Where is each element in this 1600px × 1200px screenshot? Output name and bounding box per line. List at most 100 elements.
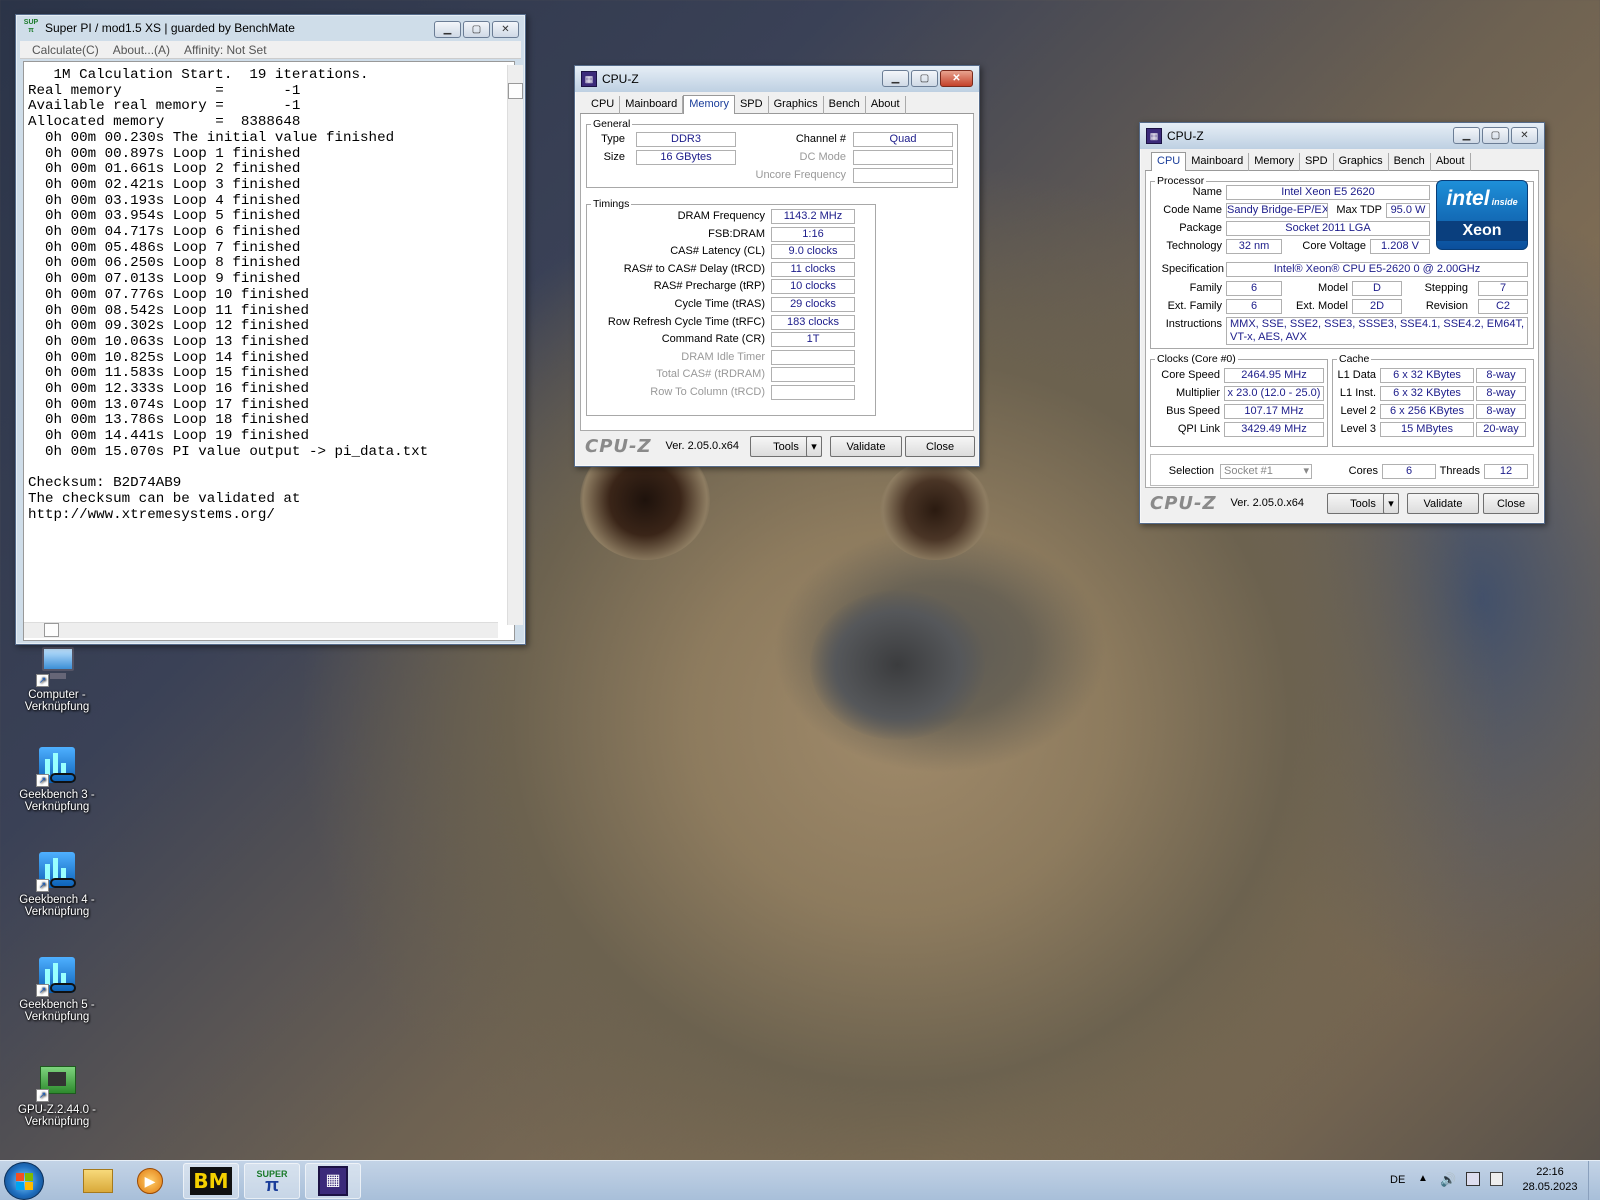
tab-mainboard[interactable]: Mainboard bbox=[1186, 153, 1250, 171]
validate-button[interactable]: Validate bbox=[830, 436, 902, 457]
intel-xeon-logo: intel inside Xeon bbox=[1436, 180, 1528, 250]
desktop-shortcut-label: GPU-Z.2.44.0 - Verknüpfung bbox=[18, 1104, 96, 1128]
family-label: Family bbox=[1189, 282, 1222, 294]
cpuz-app-icon: ▦ bbox=[1146, 128, 1162, 144]
geekbench-icon: ↗ bbox=[36, 955, 78, 997]
timing-label: Command Rate (CR) bbox=[661, 333, 765, 346]
menu-about[interactable]: About...(A) bbox=[113, 43, 170, 57]
minimize-button[interactable]: ▁ bbox=[882, 70, 909, 87]
tab-about[interactable]: About bbox=[1431, 153, 1471, 171]
timing-label: DRAM Frequency bbox=[677, 210, 765, 222]
model-value: D bbox=[1352, 281, 1402, 296]
cpuz-titlebar[interactable]: ▦ CPU-Z ▁ ▢ ✕ bbox=[1140, 123, 1544, 149]
level3-value: 15 MBytes bbox=[1380, 422, 1474, 437]
tab-about[interactable]: About bbox=[866, 96, 906, 114]
taskbar-explorer[interactable] bbox=[70, 1163, 126, 1199]
tools-dropdown-arrow[interactable]: ▾ bbox=[806, 436, 822, 457]
maximize-button[interactable]: ▢ bbox=[1482, 127, 1509, 144]
tab-spd[interactable]: SPD bbox=[1300, 153, 1334, 171]
tdp-label: Max TDP bbox=[1336, 204, 1382, 216]
cpuz-icon: ▦ bbox=[318, 1166, 348, 1196]
model-label: Model bbox=[1318, 282, 1348, 294]
tab-memory[interactable]: Memory bbox=[1249, 153, 1300, 171]
timing-value: 183 clocks bbox=[771, 314, 855, 330]
tools-dropdown-arrow[interactable]: ▾ bbox=[1383, 493, 1399, 514]
superpi-output-console[interactable]: 1M Calculation Start. 19 iterations. Rea… bbox=[23, 61, 515, 641]
cpuz-title: CPU-Z bbox=[602, 72, 639, 86]
close-button[interactable]: ✕ bbox=[492, 21, 519, 38]
intel-inside-text: inside bbox=[1491, 197, 1518, 207]
desktop-shortcut[interactable]: ↗ Geekbench 5 - Verknüpfung bbox=[17, 955, 97, 1023]
desktop-shortcut[interactable]: ↗ GPU-Z.2.44.0 - Verknüpfung bbox=[17, 1060, 97, 1128]
maximize-button[interactable]: ▢ bbox=[463, 21, 490, 38]
taskbar-media-player[interactable]: ▶ bbox=[122, 1163, 178, 1199]
maximize-button[interactable]: ▢ bbox=[911, 70, 938, 87]
close-button[interactable]: ✕ bbox=[1511, 127, 1538, 144]
tab-bench[interactable]: Bench bbox=[824, 96, 866, 114]
timing-value: 1:16 bbox=[771, 226, 855, 242]
start-button[interactable] bbox=[4, 1162, 44, 1200]
taskbar-benchmate[interactable]: BM bbox=[183, 1163, 239, 1199]
tab-mainboard[interactable]: Mainboard bbox=[620, 96, 684, 114]
clock[interactable]: 22:16 28.05.2023 bbox=[1515, 1165, 1585, 1195]
minimize-button[interactable]: ▁ bbox=[434, 21, 461, 38]
voltage-label: Core Voltage bbox=[1302, 240, 1366, 252]
benchmate-icon: BM bbox=[190, 1167, 232, 1195]
show-desktop-button[interactable] bbox=[1588, 1161, 1600, 1200]
cpuz-memory-window[interactable]: ▦ CPU-Z ▁ ▢ ✕ CPU Mainboard Memory SPD G… bbox=[574, 65, 980, 467]
desktop-shortcut[interactable]: ↗ Geekbench 3 - Verknüpfung bbox=[17, 745, 97, 813]
taskbar-superpi[interactable]: SUPER π bbox=[244, 1163, 300, 1199]
volume-icon[interactable]: 🔊 bbox=[1440, 1172, 1456, 1188]
superpi-titlebar[interactable]: SUP π Super PI / mod1.5 XS | guarded by B… bbox=[16, 15, 525, 41]
selection-dropdown[interactable]: Socket #1 ▾ bbox=[1220, 464, 1312, 479]
validate-button-label: Validate bbox=[846, 440, 886, 453]
horizontal-scrollbar[interactable] bbox=[24, 622, 498, 638]
extfamily-label: Ext. Family bbox=[1167, 300, 1222, 312]
tab-graphics[interactable]: Graphics bbox=[769, 96, 824, 114]
computer-icon: ↗ bbox=[36, 645, 78, 687]
tab-spd[interactable]: SPD bbox=[735, 96, 769, 114]
network-icon[interactable] bbox=[1466, 1172, 1480, 1186]
cpuz-titlebar[interactable]: ▦ CPU-Z ▁ ▢ ✕ bbox=[575, 66, 979, 92]
tab-cpu[interactable]: CPU bbox=[1151, 152, 1187, 171]
tab-memory[interactable]: Memory bbox=[683, 95, 735, 114]
action-center-icon[interactable] bbox=[1490, 1172, 1503, 1186]
dcmode-value bbox=[853, 150, 953, 165]
name-label: Name bbox=[1192, 186, 1222, 198]
cpuz-cpu-window[interactable]: ▦ CPU-Z ▁ ▢ ✕ CPU Mainboard Memory SPD G… bbox=[1139, 122, 1545, 524]
menu-affinity[interactable]: Affinity: Not Set bbox=[184, 43, 266, 57]
tab-cpu[interactable]: CPU bbox=[586, 96, 621, 114]
timing-value bbox=[771, 349, 855, 365]
scroll-thumb[interactable] bbox=[44, 623, 59, 637]
desktop-shortcut-label: Geekbench 3 - Verknüpfung bbox=[19, 789, 95, 813]
vertical-scrollbar[interactable] bbox=[507, 65, 523, 625]
show-hidden-icons-icon[interactable]: ▲ bbox=[1418, 1173, 1428, 1184]
close-button[interactable]: ✕ bbox=[940, 70, 973, 87]
gpuz-icon: ↗ bbox=[36, 1060, 78, 1102]
superpi-window[interactable]: SUP π Super PI / mod1.5 XS | guarded by B… bbox=[15, 14, 526, 645]
windows-logo-icon bbox=[15, 1172, 33, 1190]
close-app-button[interactable]: Close bbox=[905, 436, 975, 457]
corespeed-value: 2464.95 MHz bbox=[1224, 368, 1324, 383]
menu-calculate[interactable]: Calculate(C) bbox=[32, 43, 99, 57]
technology-label: Technology bbox=[1166, 240, 1222, 252]
timing-label: FSB:DRAM bbox=[708, 227, 765, 240]
folder-icon bbox=[83, 1169, 113, 1193]
language-indicator[interactable]: DE bbox=[1390, 1174, 1405, 1186]
tab-bench[interactable]: Bench bbox=[1389, 153, 1431, 171]
specification-label: Specification bbox=[1161, 263, 1224, 275]
taskbar-cpuz[interactable]: ▦ bbox=[305, 1163, 361, 1199]
scroll-thumb[interactable] bbox=[508, 83, 523, 99]
taskbar: ▶ BM SUPER π ▦ DE ▲ 🔊 22:16 28.05.2023 bbox=[0, 1160, 1600, 1200]
package-label: Package bbox=[1179, 222, 1222, 234]
desktop-shortcut[interactable]: ↗ Computer - Verknüpfung bbox=[17, 645, 97, 713]
desktop-shortcut[interactable]: ↗ Geekbench 4 - Verknüpfung bbox=[17, 850, 97, 918]
tab-graphics[interactable]: Graphics bbox=[1334, 153, 1389, 171]
validate-button[interactable]: Validate bbox=[1407, 493, 1479, 514]
close-app-button-label: Close bbox=[1496, 497, 1526, 510]
close-app-button[interactable]: Close bbox=[1483, 493, 1539, 514]
stepping-value: 7 bbox=[1478, 281, 1528, 296]
superpi-icon: SUPER π bbox=[256, 1168, 288, 1195]
size-label: Size bbox=[603, 151, 625, 163]
minimize-button[interactable]: ▁ bbox=[1453, 127, 1480, 144]
